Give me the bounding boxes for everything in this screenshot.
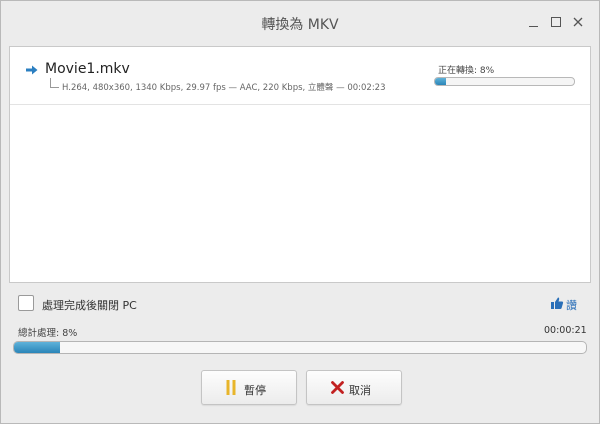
file-progress-fill — [435, 78, 447, 85]
converter-window: 轉換為 MKV Movie1.mkv H.264, 480x360, 1340 … — [0, 0, 600, 424]
elapsed-time: 00:00:21 — [544, 325, 587, 336]
close-icon — [573, 17, 583, 27]
title-bar: 轉換為 MKV — [1, 1, 599, 45]
pause-icon — [226, 380, 236, 395]
maximize-icon — [551, 17, 561, 27]
close-button[interactable] — [571, 15, 585, 29]
like-label: 讚 — [566, 299, 577, 312]
cancel-button[interactable]: 取消 — [306, 370, 402, 405]
close-x-icon — [331, 381, 344, 394]
tree-connector — [50, 78, 59, 88]
pause-button[interactable]: 暫停 — [201, 370, 297, 405]
file-name: Movie1.mkv — [45, 61, 130, 77]
total-progress-bar — [13, 341, 587, 354]
file-progress-bar — [434, 77, 575, 86]
maximize-button[interactable] — [549, 15, 563, 29]
total-progress-fill — [14, 342, 60, 353]
list-item[interactable]: Movie1.mkv H.264, 480x360, 1340 Kbps, 29… — [10, 47, 590, 105]
arrow-right-icon — [26, 65, 38, 75]
pause-label: 暫停 — [244, 384, 266, 397]
window-title: 轉換為 MKV — [261, 17, 339, 33]
shutdown-label: 處理完成後關閉 PC — [42, 299, 137, 312]
cancel-label: 取消 — [349, 384, 371, 397]
minimize-button[interactable] — [526, 15, 540, 29]
file-status: 正在轉換: 8% — [438, 66, 495, 76]
file-details: H.264, 480x360, 1340 Kbps, 29.97 fps — A… — [62, 83, 386, 93]
total-progress-label: 總計處理: 8% — [18, 328, 78, 339]
shutdown-checkbox[interactable] — [18, 295, 34, 311]
minimize-icon — [528, 26, 538, 27]
conversion-list: Movie1.mkv H.264, 480x360, 1340 Kbps, 29… — [9, 46, 591, 283]
thumbs-up-icon — [551, 297, 564, 309]
